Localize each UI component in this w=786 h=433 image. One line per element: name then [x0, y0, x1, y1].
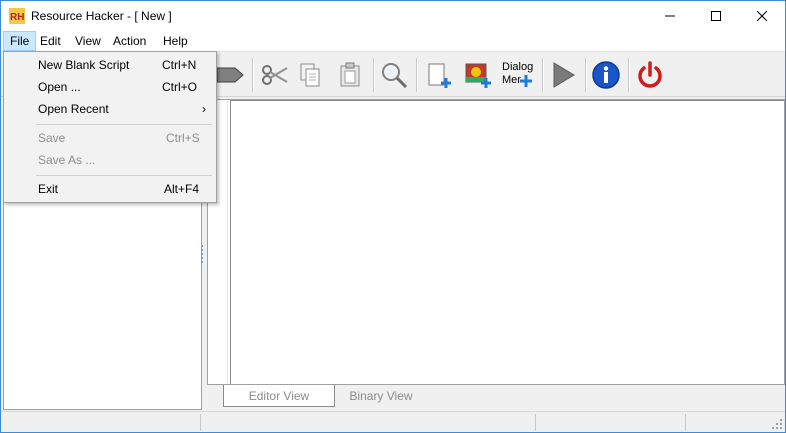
menu-bar: File Edit View Action Help [1, 31, 785, 51]
toolbar-separator [373, 58, 374, 92]
status-segment [536, 414, 686, 431]
window-title: Resource Hacker - [ New ] [31, 9, 172, 23]
dialog-label: Dialog [502, 61, 534, 73]
menu-item-open-recent[interactable]: Open Recent › [6, 98, 214, 120]
status-segment [1, 414, 201, 431]
app-window: RH Resource Hacker - [ New ] File Edit V… [0, 0, 786, 433]
view-tabs: Editor View Binary View [207, 385, 785, 409]
submenu-arrow-icon: › [202, 102, 206, 116]
copy-button[interactable] [293, 58, 327, 92]
menu-item-shortcut: Ctrl+N [162, 58, 197, 72]
about-button[interactable] [589, 58, 623, 92]
dialog-merger-icon: Dialog Mer [500, 59, 538, 91]
compile-button[interactable] [213, 58, 247, 92]
add-image-resource-button[interactable] [461, 58, 495, 92]
status-bar [1, 411, 785, 432]
menu-item-label: Open Recent [38, 102, 109, 116]
menu-file[interactable]: File [3, 31, 37, 51]
menu-view[interactable]: View [69, 31, 107, 51]
menu-item-open[interactable]: Open ... Ctrl+O [6, 76, 214, 98]
exit-power-icon [638, 61, 662, 88]
run-script-icon [553, 62, 575, 88]
toolbar-separator [542, 58, 543, 92]
paste-button[interactable] [333, 58, 367, 92]
dialog-merger-button[interactable]: Dialog Mer [499, 58, 539, 92]
minimize-icon [665, 15, 675, 17]
close-icon [757, 11, 767, 21]
menu-separator [36, 124, 212, 125]
find-button[interactable] [377, 58, 411, 92]
menu-item-shortcut: Ctrl+S [166, 131, 200, 145]
merger-label: Mer [502, 74, 521, 86]
compile-arrow-icon [216, 67, 244, 83]
menu-item-shortcut: Ctrl+O [162, 80, 198, 94]
menu-item-exit[interactable]: Exit Alt+F4 [6, 178, 214, 200]
menu-item-new-blank-script[interactable]: New Blank Script Ctrl+N [6, 54, 214, 76]
menu-item-label: Save [38, 131, 66, 145]
resource-hacker-logo-icon: RH [9, 8, 25, 24]
editor-panel[interactable] [207, 99, 785, 385]
menu-item-label: Exit [38, 182, 59, 196]
menu-edit[interactable]: Edit [34, 31, 67, 51]
script-editor[interactable] [230, 100, 784, 384]
tab-editor-view[interactable]: Editor View [223, 385, 335, 407]
about-info-icon [592, 61, 620, 89]
title-bar[interactable]: RH Resource Hacker - [ New ] [1, 1, 785, 31]
maximize-icon [711, 11, 721, 21]
paste-icon [340, 62, 360, 87]
find-icon [382, 63, 408, 89]
tab-binary-view[interactable]: Binary View [335, 385, 427, 407]
toolbar-separator [585, 58, 586, 92]
panel-splitter-handle[interactable] [201, 245, 204, 267]
minimize-button[interactable] [647, 1, 693, 31]
copy-icon [300, 63, 320, 87]
svg-text:RH: RH [10, 12, 24, 23]
menu-item-label: New Blank Script [38, 58, 130, 72]
add-image-resource-icon [465, 63, 491, 88]
toolbar-separator [252, 58, 253, 92]
add-blank-resource-button[interactable] [421, 58, 455, 92]
menu-item-save-as[interactable]: Save As ... [6, 149, 214, 171]
plus-icon [520, 75, 532, 87]
menu-help[interactable]: Help [157, 31, 194, 51]
menu-item-save[interactable]: Save Ctrl+S [6, 127, 214, 149]
cut-button[interactable] [257, 58, 291, 92]
run-script-button[interactable] [546, 58, 580, 92]
menu-item-shortcut: Alt+F4 [164, 182, 200, 196]
toolbar-separator [416, 58, 417, 92]
menu-item-label: Save As ... [38, 153, 96, 167]
cut-icon [262, 65, 288, 85]
menu-separator [36, 175, 212, 176]
add-blank-resource-icon [428, 63, 451, 88]
toolbar-separator [628, 58, 629, 92]
close-button[interactable] [739, 1, 785, 31]
status-segment [201, 414, 536, 431]
menu-action[interactable]: Action [107, 31, 152, 51]
maximize-button[interactable] [693, 1, 739, 31]
file-menu-dropdown: New Blank Script Ctrl+N Open ... Ctrl+O … [3, 51, 217, 203]
menu-item-label: Open ... [38, 80, 81, 94]
exit-button[interactable] [633, 58, 667, 92]
resize-grip-icon[interactable] [771, 418, 783, 430]
